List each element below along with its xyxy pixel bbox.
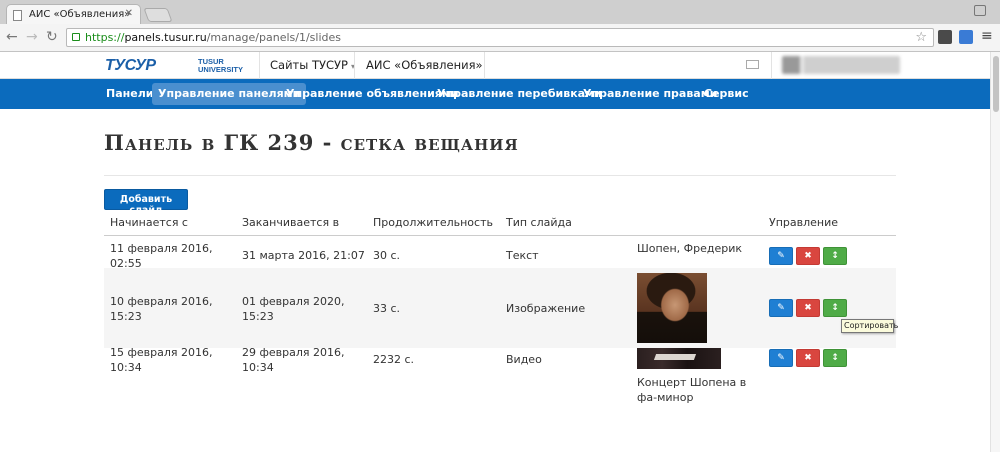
browser-chrome: АИС «Объявления» ✕ ← → ↻ https://panels.… [0,0,1000,52]
url-host: panels.tusur.ru [124,31,207,44]
cell-content: Концерт Шопена в фа-минор [637,376,747,404]
address-bar[interactable]: https://panels.tusur.ru/manage/panels/1/… [66,28,934,47]
cell-start: 10 февраля 2016, 15:23 [110,295,213,323]
tab-strip: АИС «Объявления» ✕ [0,0,1000,24]
new-tab-button[interactable] [143,8,173,22]
cell-type: Текст [506,249,539,262]
header-divider [354,52,355,79]
pocket-icon[interactable] [938,30,952,44]
header-divider [484,52,485,79]
pencil-icon: ✎ [777,303,785,313]
times-icon: ✖ [804,251,812,261]
slide-video-thumbnail [637,348,721,369]
header-divider [259,52,260,79]
times-icon: ✖ [804,353,812,363]
cell-end: 01 февраля 2020, 15:23 [242,295,345,323]
sites-label: Сайты ТУСУР [270,58,348,72]
col-header-type: Тип слайда [506,216,572,229]
edit-button[interactable]: ✎ [769,299,793,317]
slide-image-thumbnail [637,273,707,343]
cell-content: Шопен, Фредерик [637,242,743,255]
nav-panels[interactable]: Панели [100,83,159,105]
arrows-v-icon: ↕ [831,303,839,313]
cell-end: 29 февраля 2016, 10:34 [242,346,345,374]
nav-service[interactable]: Сервис [698,83,755,105]
back-icon[interactable]: ← [6,29,18,45]
cell-duration: 2232 с. [373,353,415,366]
col-header-start: Начинается с [110,216,188,229]
arrows-v-icon: ↕ [831,251,839,261]
lock-icon [72,33,80,41]
pencil-icon: ✎ [777,353,785,363]
piano-keys-decoration [653,354,697,360]
add-slide-button[interactable]: Добавить слайд [104,189,188,216]
main-navbar: Панели Управление панелями Управление об… [0,79,1000,109]
header-divider [771,52,772,79]
forward-icon[interactable]: → [26,29,38,45]
reload-icon[interactable]: ↻ [46,29,58,45]
logo-subtitle: TUSUR UNIVERSITY [198,57,244,74]
cell-duration: 30 с. [373,249,401,262]
close-icon[interactable]: ✕ [125,8,133,19]
menu-icon[interactable]: ≡ [981,28,993,44]
delete-button[interactable]: ✖ [796,247,820,265]
tab-title: АИС «Объявления» [29,9,131,20]
sort-button[interactable]: ↕ [823,247,847,265]
times-icon: ✖ [804,303,812,313]
col-header-actions: Управление [769,216,839,229]
edit-button[interactable]: ✎ [769,349,793,367]
browser-tab[interactable]: АИС «Объявления» ✕ [6,4,141,24]
sites-dropdown[interactable]: Сайты ТУСУР ▾ [270,58,355,72]
edit-button[interactable]: ✎ [769,247,793,265]
user-icon[interactable] [974,5,986,16]
sort-button[interactable]: ↕ [823,349,847,367]
scrollbar-thumb[interactable] [993,56,999,112]
cell-end: 31 марта 2016, 21:07 [242,249,365,262]
page-icon [13,10,22,21]
title-divider [104,175,896,176]
star-icon[interactable]: ☆ [915,30,927,45]
cell-duration: 33 с. [373,302,401,315]
sort-tooltip: Сортировать [841,319,898,333]
arrows-v-icon: ↕ [831,353,839,363]
delete-button[interactable]: ✖ [796,299,820,317]
cell-start: 11 февраля 2016, 02:55 [110,242,213,270]
cell-type: Видео [506,353,542,366]
cell-type: Изображение [506,302,586,315]
extension-icon[interactable] [959,30,973,44]
url-path: /manage/panels/1/slides [206,31,342,44]
url-scheme: https:// [85,31,125,44]
cell-start: 15 февраля 2016, 10:34 [110,346,213,374]
col-header-duration: Продолжительность [373,216,493,229]
browser-toolbar: ← → ↻ https://panels.tusur.ru/manage/pan… [0,24,1000,52]
sort-button[interactable]: ↕ [823,299,847,317]
page-title: Панель в ГК 239 - сетка вещания [104,130,519,155]
mail-icon[interactable] [746,60,759,69]
col-header-end: Заканчивается в [242,216,340,229]
user-menu[interactable] [782,56,900,74]
tusur-logo[interactable]: ТУСУР TUSUR UNIVERSITY [105,57,249,75]
app-title[interactable]: АИС «Объявления» [366,58,483,72]
page-scrollbar[interactable] [990,52,1000,452]
logo-text: ТУСУР [105,57,156,74]
pencil-icon: ✎ [777,251,785,261]
delete-button[interactable]: ✖ [796,349,820,367]
